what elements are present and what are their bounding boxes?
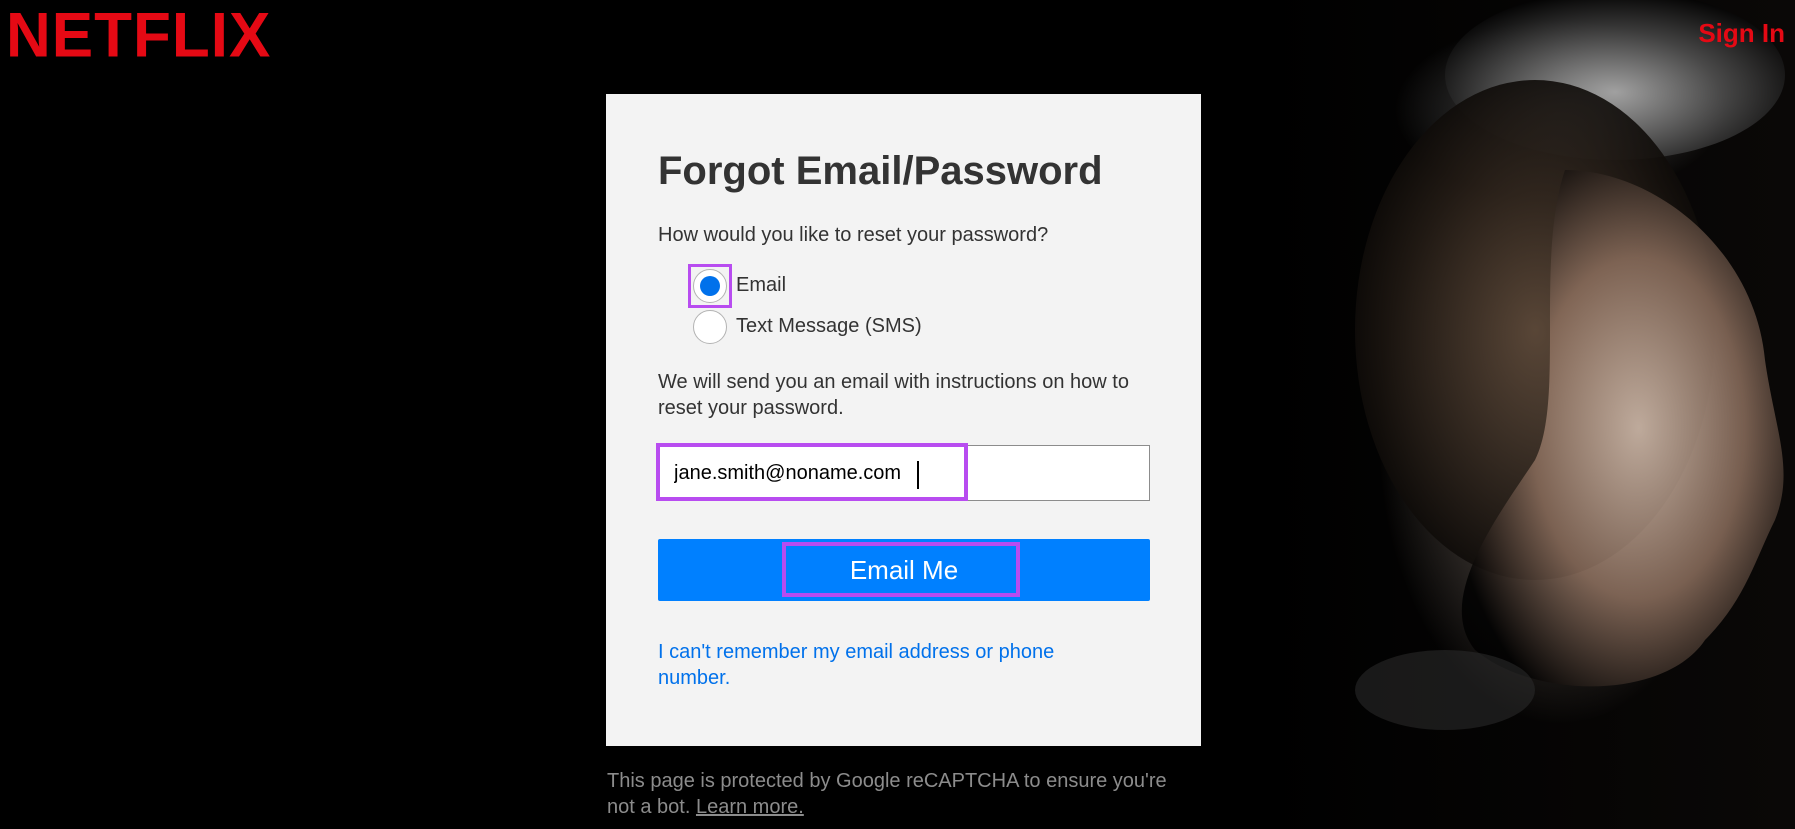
sms-radio-wrap — [688, 305, 732, 349]
text-caret — [917, 461, 919, 489]
option-sms[interactable]: Text Message (SMS) — [688, 306, 1149, 347]
netflix-logo[interactable]: NETFLIX — [6, 0, 271, 70]
email-me-button[interactable]: Email Me — [658, 539, 1150, 601]
radio-selected-dot — [700, 275, 720, 296]
reset-method-options: Email Text Message (SMS) — [688, 263, 1149, 347]
email-field — [656, 443, 1150, 501]
background-portrait — [1355, 0, 1785, 730]
option-email-label: Email — [736, 274, 787, 296]
email-me-label: Email Me — [849, 554, 959, 585]
forgot-password-card: Forgot Email/Password How would you like… — [606, 94, 1201, 746]
page-title: Forgot Email/Password — [658, 149, 1103, 193]
sms-radio[interactable] — [693, 309, 727, 344]
reset-method-question: How would you like to reset your passwor… — [658, 224, 1049, 246]
email-radio[interactable] — [693, 268, 727, 303]
option-email[interactable]: Email — [688, 263, 1149, 308]
email-radio-highlight — [688, 263, 732, 308]
recaptcha-notice: This page is protected by Google reCAPTC… — [607, 768, 1167, 820]
sign-in-link[interactable]: Sign In — [1698, 18, 1785, 49]
option-sms-label: Text Message (SMS) — [736, 315, 922, 337]
learn-more-link[interactable]: Learn more. — [696, 796, 804, 818]
cant-remember-link[interactable]: I can't remember my email address or pho… — [658, 639, 1098, 691]
instructions-text: We will send you an email with instructi… — [658, 371, 1129, 419]
email-input[interactable] — [659, 446, 1149, 500]
recaptcha-text: This page is protected by Google reCAPTC… — [607, 770, 1167, 818]
